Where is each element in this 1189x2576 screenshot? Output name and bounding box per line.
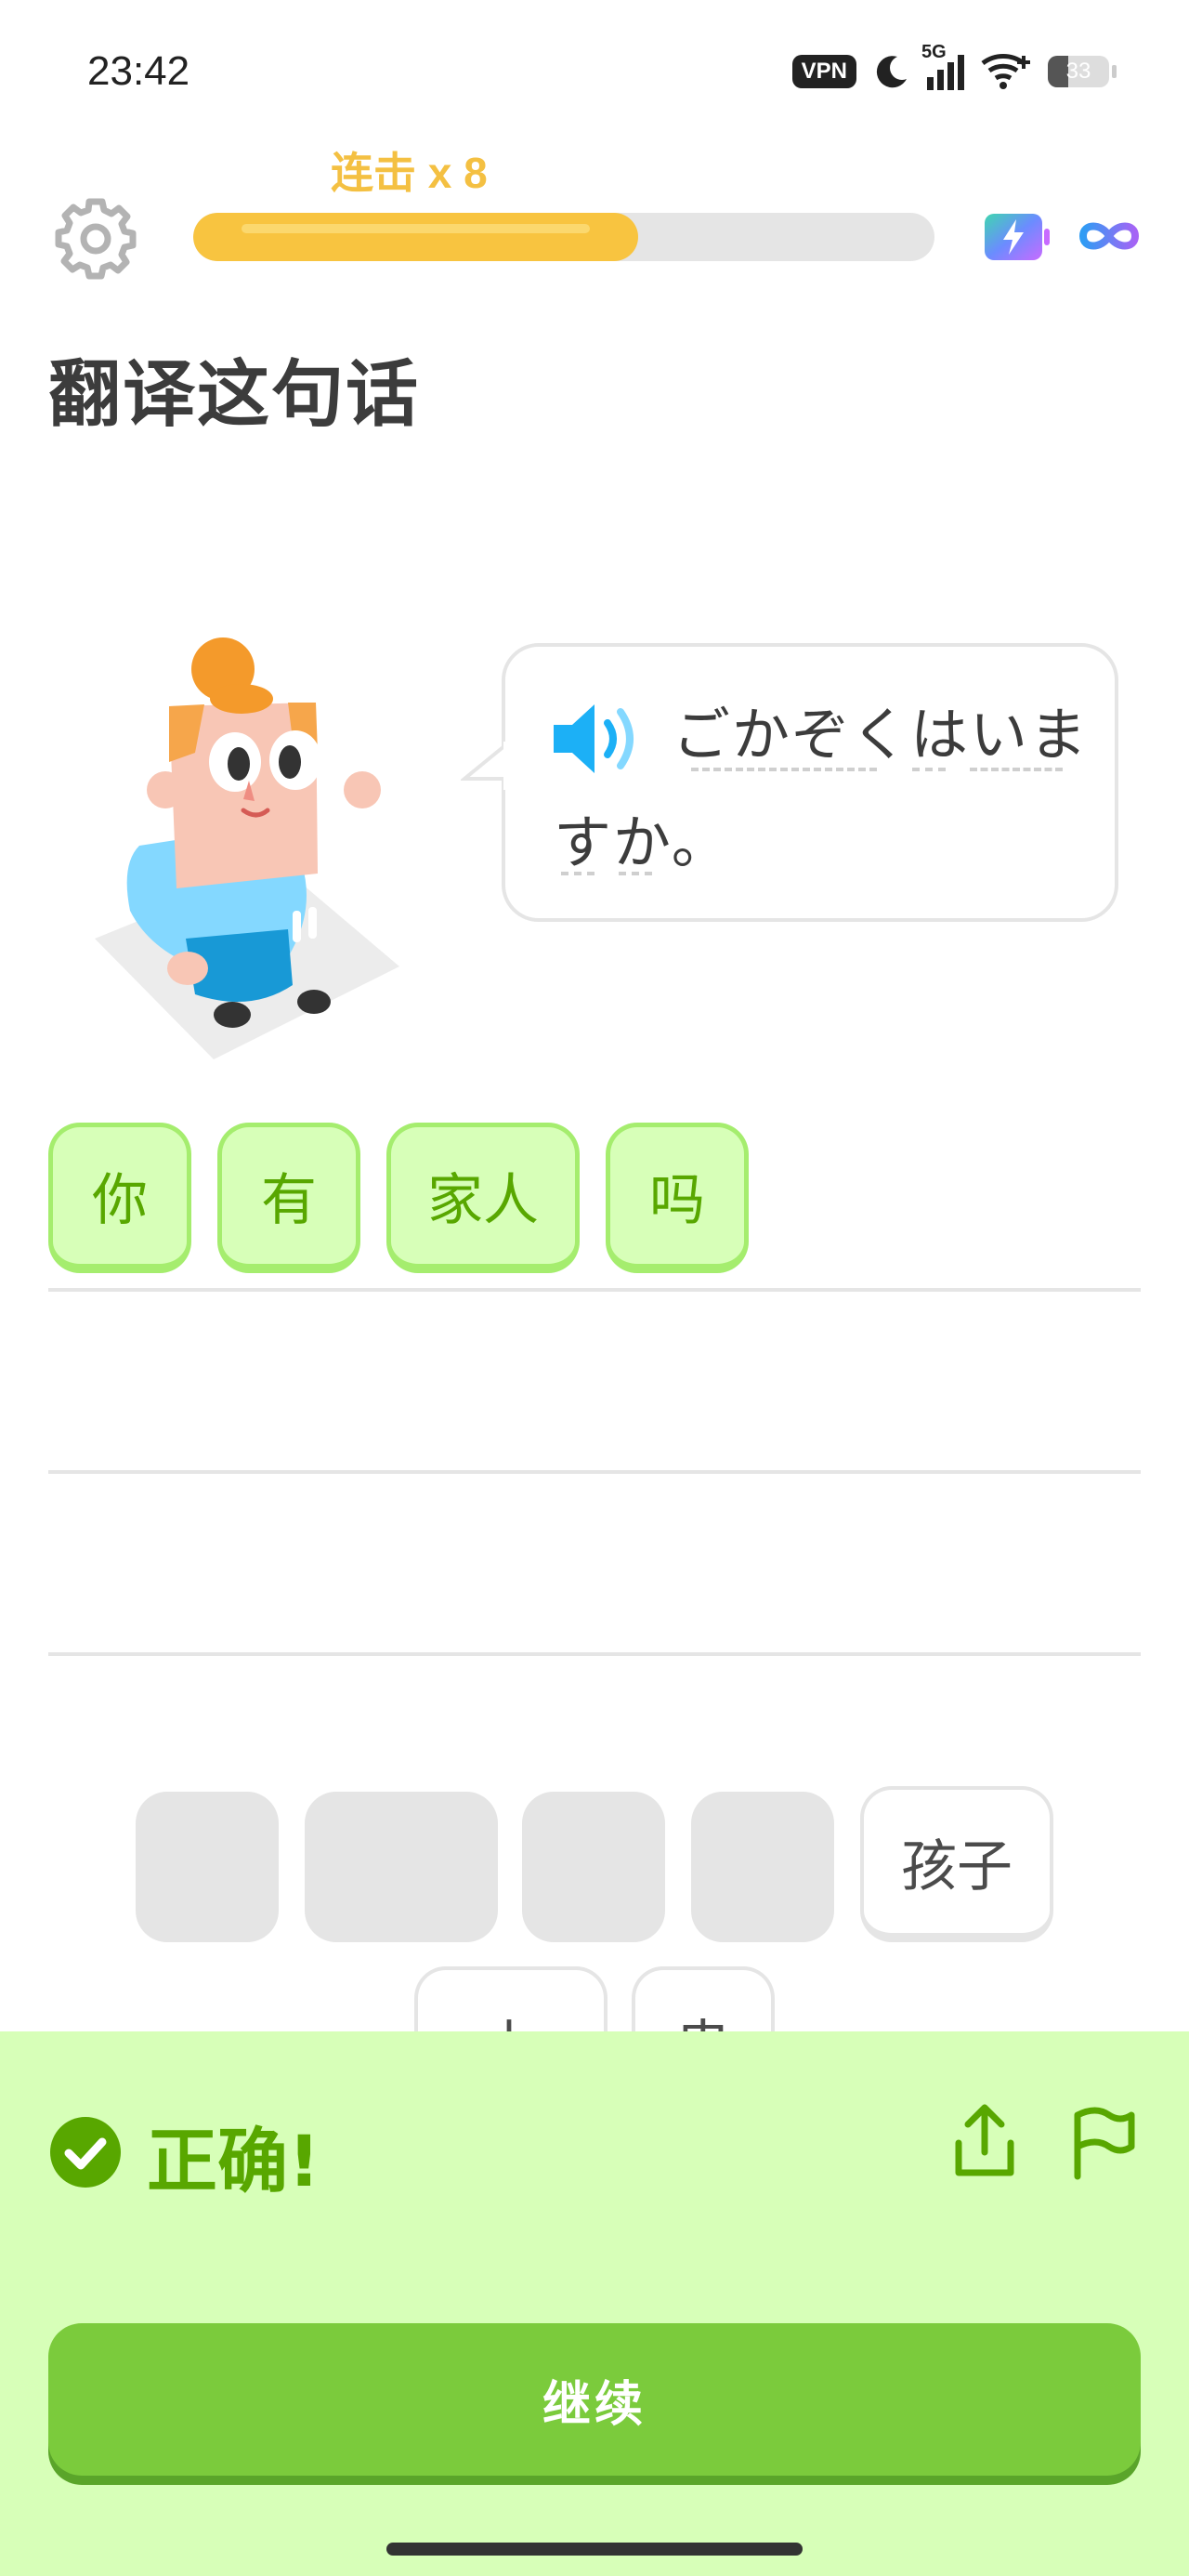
- speech-bubble-tail: [461, 742, 509, 790]
- status-icons: VPN 5G 33: [791, 42, 1117, 91]
- word-bank-empty-slot: [136, 1792, 279, 1942]
- word-underline: [691, 768, 877, 771]
- word-bank-empty-slot: [305, 1792, 498, 1942]
- word-underline: [912, 768, 946, 771]
- correct-label: 正确!: [147, 2120, 320, 2202]
- word-underline: [619, 872, 652, 875]
- character-illustration: [95, 637, 399, 1059]
- answer-line: [48, 1288, 1141, 1292]
- word-bank-empty-slot: [522, 1792, 665, 1942]
- cellular-signal-icon: 5G: [921, 42, 964, 90]
- battery-icon: 33: [1048, 56, 1117, 87]
- speaker-icon[interactable]: [548, 697, 647, 781]
- share-icon[interactable]: [947, 2100, 1022, 2182]
- answer-word-chip[interactable]: 有: [217, 1123, 360, 1273]
- progress-fill: [193, 213, 638, 261]
- network-type: 5G: [921, 42, 947, 62]
- page-title: 翻译这句话: [48, 353, 421, 437]
- check-circle-icon: [50, 2117, 121, 2188]
- home-indicator[interactable]: [386, 2543, 803, 2556]
- vpn-badge: VPN: [791, 55, 856, 88]
- boost-icon[interactable]: [983, 208, 1053, 264]
- answer-word-chip[interactable]: 家人: [386, 1123, 580, 1273]
- answer-word-chip[interactable]: 你: [48, 1123, 191, 1273]
- word-bank-chip[interactable]: 孩子: [860, 1786, 1053, 1942]
- wifi-icon: [981, 54, 1030, 89]
- flag-icon[interactable]: [1068, 2102, 1139, 2180]
- speech-bubble: [502, 643, 1118, 922]
- gear-icon[interactable]: [52, 195, 139, 283]
- status-time: 23:42: [87, 48, 190, 94]
- word-underline: [970, 768, 1063, 771]
- answer-line: [48, 1470, 1141, 1474]
- moon-icon: [876, 56, 907, 88]
- streak-label: 连击 x 8: [331, 149, 488, 197]
- answer-line: [48, 1652, 1141, 1656]
- word-bank-empty-slot: [691, 1792, 834, 1942]
- lesson-progress-bar: [193, 213, 934, 261]
- word-underline: [561, 872, 594, 875]
- infinity-icon[interactable]: [1074, 210, 1144, 262]
- continue-button[interactable]: 继续: [48, 2323, 1141, 2476]
- sentence-line-1[interactable]: ごかぞくはいま: [673, 688, 1089, 771]
- answer-word-chip[interactable]: 吗: [606, 1123, 749, 1273]
- sentence-line-2[interactable]: すか。: [554, 795, 731, 879]
